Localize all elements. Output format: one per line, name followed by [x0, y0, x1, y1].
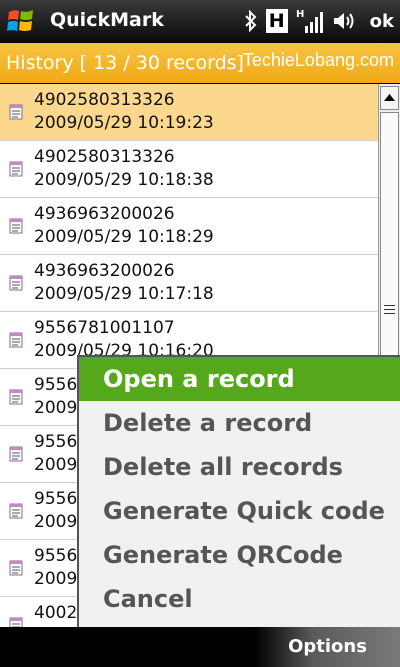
record-icon [9, 161, 23, 177]
record-code: 4936963200026 [34, 261, 175, 281]
record-date: 2009/05/29 10:18:38 [34, 170, 214, 190]
menu-item-open-a-record[interactable]: Open a record [79, 357, 400, 401]
record-icon [9, 218, 23, 234]
record-row[interactable]: 4902580313326 2009/05/29 10:19:23 [0, 84, 378, 141]
record-code: 9556 [34, 546, 78, 566]
record-code: 9556 [34, 375, 78, 395]
title-bar: QuickMark H H ok [0, 0, 400, 42]
record-code: 4936963200026 [34, 204, 175, 224]
windows-start-icon[interactable] [6, 6, 36, 36]
softkey-bar: Options [0, 627, 400, 667]
record-icon [9, 104, 23, 120]
watermark: TechieLobang.com [242, 50, 394, 70]
record-date: 2009 [34, 455, 78, 475]
signal-icon: H [296, 9, 323, 33]
ok-button[interactable]: ok [370, 11, 394, 32]
record-date: 2009 [34, 398, 78, 418]
record-row[interactable]: 4902580313326 2009/05/29 10:18:38 [0, 141, 378, 198]
app-title: QuickMark [50, 9, 164, 31]
record-code: 9556781001107 [34, 318, 175, 338]
record-date: 2009 [34, 512, 78, 532]
speaker-icon[interactable] [332, 10, 356, 32]
menu-item-delete-a-record[interactable]: Delete a record [79, 401, 400, 445]
arrow-up-icon [384, 94, 395, 101]
record-icon [9, 332, 23, 348]
history-header: History [ 13 / 30 records] TechieLobang.… [0, 43, 400, 83]
options-softkey[interactable]: Options [255, 627, 400, 667]
record-row[interactable]: 4936963200026 2009/05/29 10:18:29 [0, 198, 378, 255]
menu-item-delete-all-records[interactable]: Delete all records [79, 445, 400, 489]
network-type-icon: H [265, 9, 288, 33]
record-code: 9556 [34, 432, 78, 452]
menu-item-cancel[interactable]: Cancel [79, 577, 400, 621]
record-icon [9, 275, 23, 291]
record-icon [9, 389, 23, 405]
record-icon [9, 503, 23, 519]
record-date: 2009/05/29 10:19:23 [34, 113, 214, 133]
menu-item-generate-quick-code[interactable]: Generate Quick code [79, 489, 400, 533]
record-code: 9556 [34, 489, 78, 509]
record-date: 2009 [34, 569, 78, 589]
record-date: 2009/05/29 10:18:29 [34, 227, 214, 247]
record-date: 2009/05/29 10:17:18 [34, 284, 214, 304]
record-code: 4002 [34, 603, 78, 623]
bluetooth-icon [244, 10, 257, 32]
record-icon [9, 446, 23, 462]
options-menu: Open a record Delete a record Delete all r… [77, 355, 400, 627]
record-icon [9, 560, 23, 576]
record-code: 4902580313326 [34, 90, 175, 110]
menu-item-generate-qrcode[interactable]: Generate QRCode [79, 533, 400, 577]
record-code: 4902580313326 [34, 147, 175, 167]
record-icon [9, 617, 23, 627]
history-count-label: History [ 13 / 30 records] [6, 52, 244, 74]
status-icons: H H ok [244, 5, 394, 37]
svg-text:H: H [296, 9, 304, 20]
record-row[interactable]: 4936963200026 2009/05/29 10:17:18 [0, 255, 378, 312]
scroll-up-button[interactable] [380, 86, 399, 110]
